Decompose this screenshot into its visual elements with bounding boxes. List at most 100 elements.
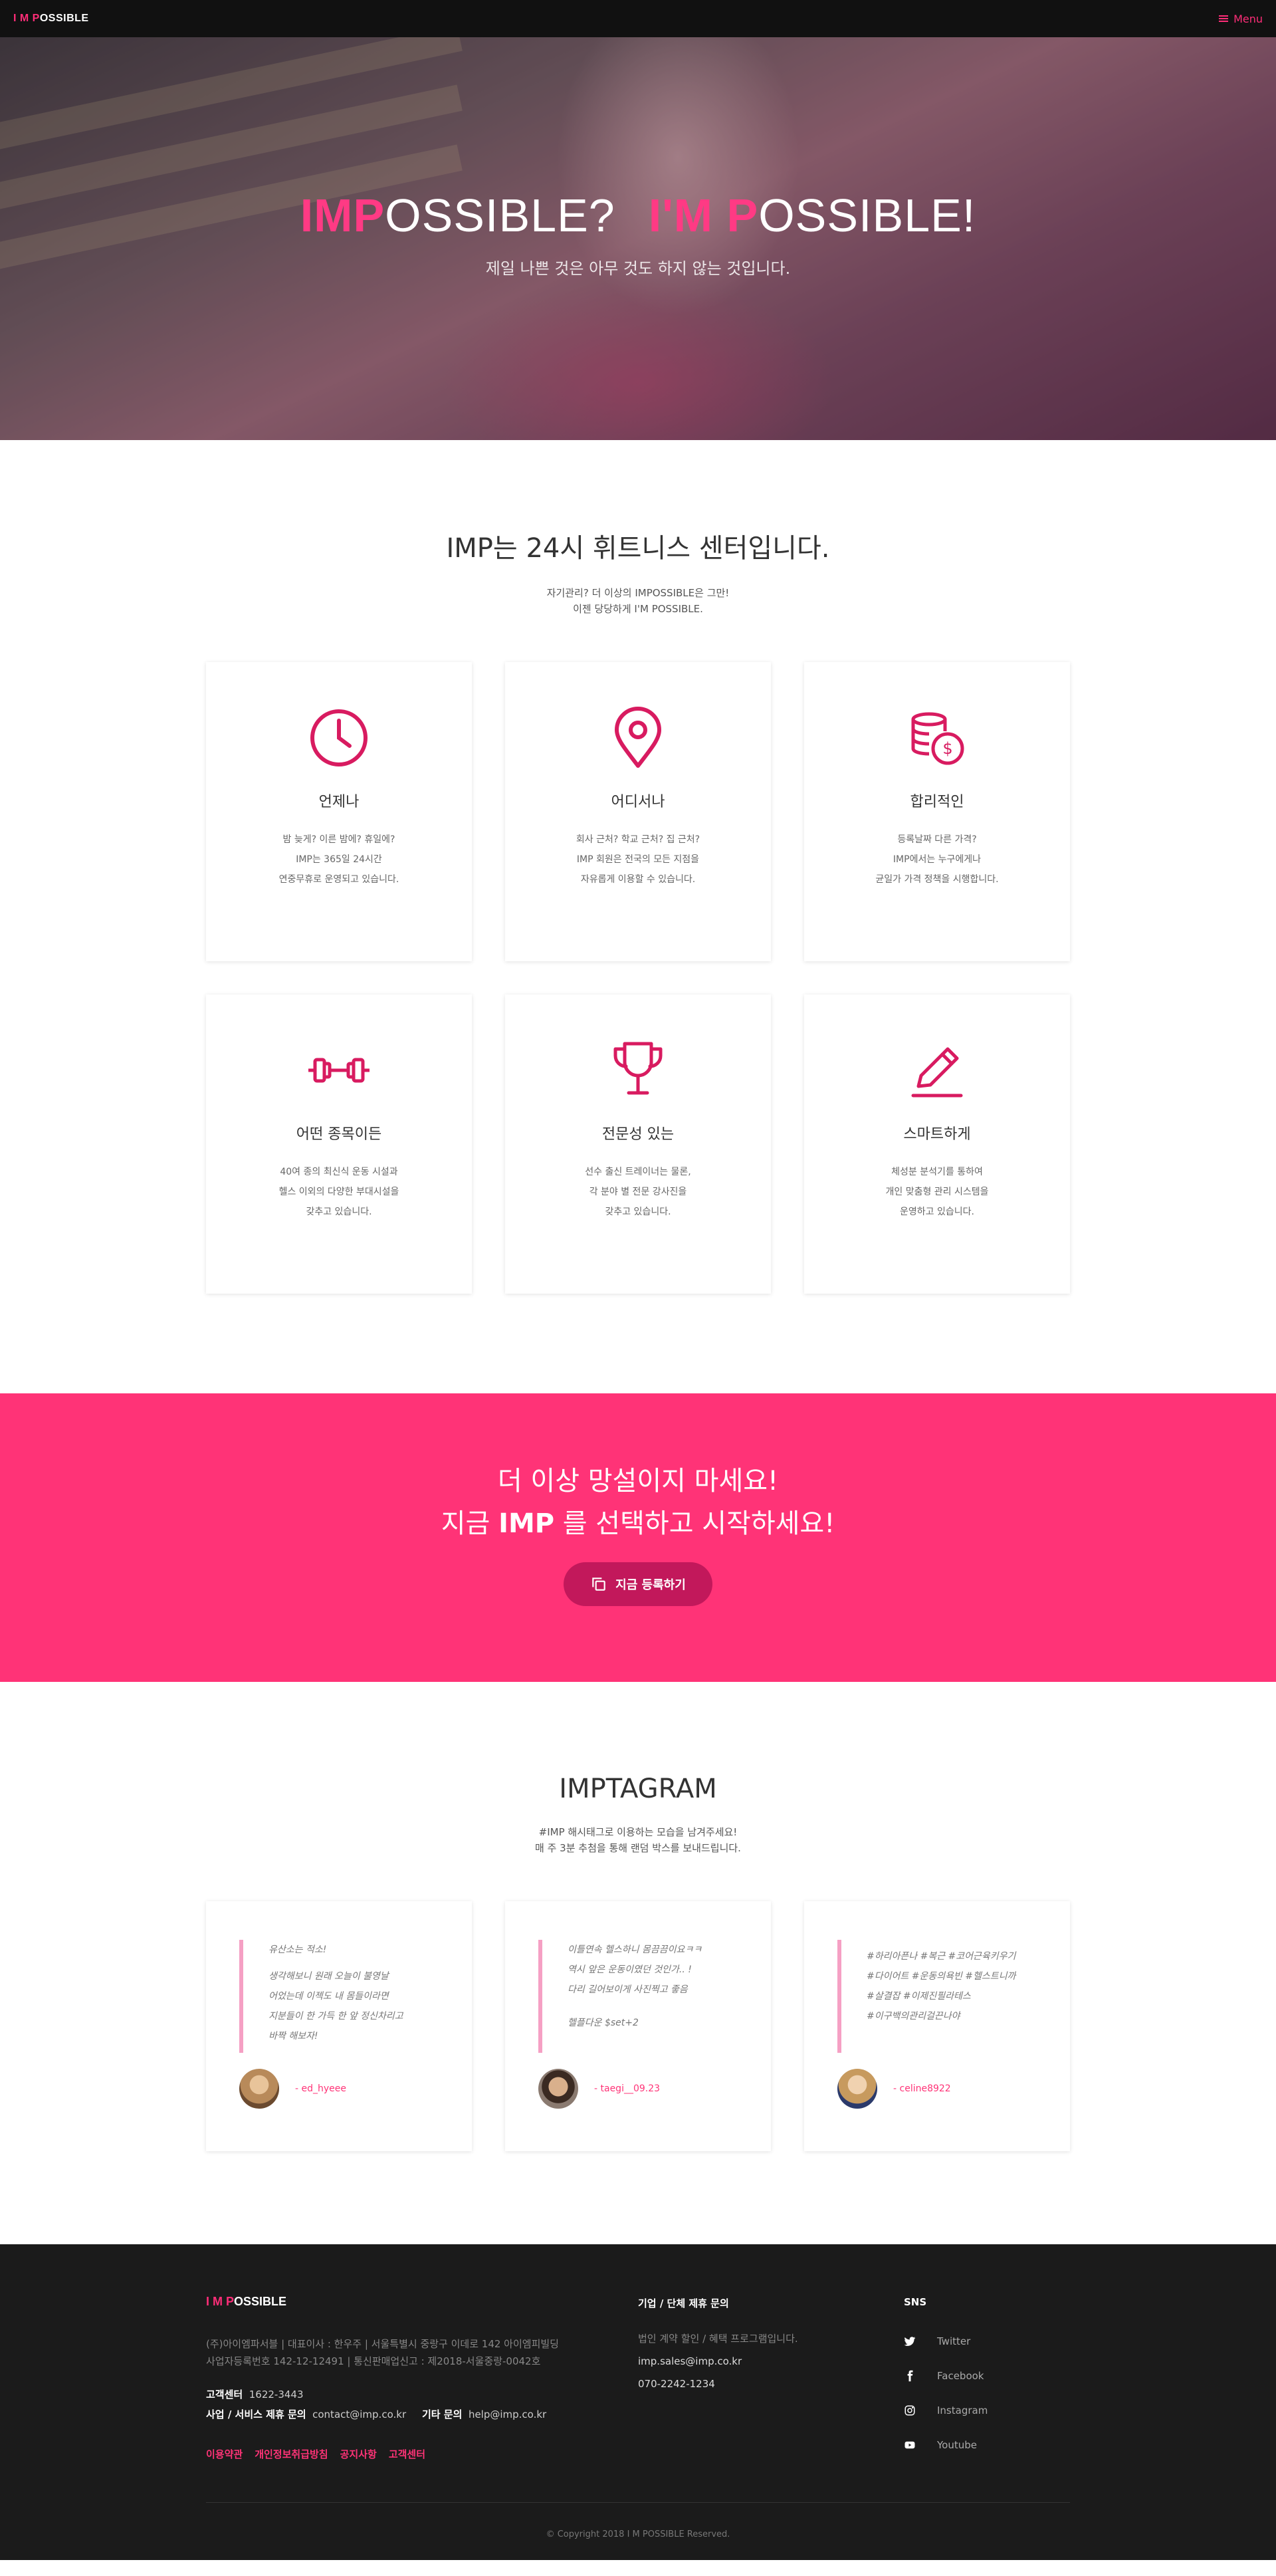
logo-letter-m: M bbox=[16, 13, 33, 24]
footer-corporate: 기업 / 단체 제휴 문의 법인 계약 할인 / 혜택 프로그램입니다. imp… bbox=[638, 2295, 904, 2462]
post-handle[interactable]: - taegi__09.23 bbox=[594, 2083, 660, 2094]
imptagram-post[interactable]: 유산소는 적소! 생각해보니 원래 오늘이 불영날 어었는데 이젝도 내 몸들이… bbox=[206, 1901, 472, 2151]
cs-phone: 1622-3443 bbox=[249, 2389, 304, 2400]
feature-card-line: 각 분야 별 전문 강사진을 bbox=[589, 1187, 687, 1197]
feature-card-text: 체성분 분석기를 통하여 개인 맞춤형 관리 시스템을 운영하고 있습니다. bbox=[804, 1162, 1070, 1222]
signup-cta: 더 이상 망설이지 마세요! 지금 IMP 를 선택하고 시작하세요! 지금 등… bbox=[0, 1393, 1276, 1682]
post-handle[interactable]: - ed_hyeee bbox=[295, 2083, 346, 2094]
location-pin-icon bbox=[605, 705, 671, 771]
biz-label: 사업 / 서비스 제휴 문의 bbox=[206, 2408, 306, 2420]
hero-title-b-rest: OSSIBLE! bbox=[758, 189, 976, 241]
biz-email[interactable]: contact@imp.co.kr bbox=[312, 2408, 406, 2420]
post-line bbox=[268, 1960, 439, 1966]
post-line: #다이어트 #운동의욕빈 #헬스트니까 bbox=[867, 1971, 1016, 1982]
site-footer: I M POSSIBLE (주)아이엠파서블 | 대표이사 : 한우주 | 서울… bbox=[0, 2244, 1276, 2560]
pencil-icon bbox=[904, 1037, 970, 1104]
feature-card-title: 전문성 있는 bbox=[601, 1126, 675, 1143]
logo-letter-p: P bbox=[32, 13, 40, 24]
coins-icon: $ bbox=[904, 705, 970, 771]
youtube-link[interactable]: Youtube bbox=[904, 2428, 1070, 2462]
feature-card-line: 등록날짜 다른 가격? bbox=[897, 834, 977, 845]
logo-letter-p: P bbox=[226, 2295, 235, 2308]
instagram-link[interactable]: Instagram bbox=[904, 2393, 1070, 2428]
sns-label: Youtube bbox=[937, 2439, 977, 2451]
feature-card-line: 회사 근처? 학교 근처? 집 근처? bbox=[576, 834, 700, 845]
etc-email[interactable]: help@imp.co.kr bbox=[469, 2408, 546, 2420]
twitter-icon bbox=[904, 2337, 916, 2346]
hamburger-icon bbox=[1219, 15, 1229, 22]
facebook-link[interactable]: Facebook bbox=[904, 2359, 1070, 2393]
post-line: 역시 앞은 운동이였던 것인가.. ! bbox=[568, 1964, 692, 1975]
feature-card-text: 회사 근처? 학교 근처? 집 근처? IMP 회원은 전국의 모든 지점을 자… bbox=[505, 830, 771, 889]
site-logo[interactable]: I M POSSIBLE bbox=[13, 13, 89, 25]
imptagram-section: IMPTAGRAM #IMP 해시태그로 이용하는 모습을 남겨주세요! 매 주… bbox=[0, 1682, 1276, 2244]
feature-card-line: 40여 종의 최신식 운동 시설과 bbox=[280, 1167, 398, 1177]
twitter-link[interactable]: Twitter bbox=[904, 2324, 1070, 2359]
about-desc-line: 자기관리? 더 이상의 IMPOSSIBLE은 그만! bbox=[546, 587, 730, 599]
imptagram-post[interactable]: 이틀연속 헬스하니 몸끔끔이요ㅋㅋ 역시 앞은 운동이였던 것인가.. ! 다리… bbox=[505, 1901, 771, 2151]
feature-card-text: 40여 종의 최신식 운동 시설과 헬스 이외의 다양한 부대시설을 갖추고 있… bbox=[206, 1162, 472, 1222]
hero-banner: IMPOSSIBLE? I'M POSSIBLE! 제일 나쁜 것은 아무 것도 … bbox=[0, 37, 1276, 440]
youtube-icon bbox=[904, 2441, 915, 2449]
post-handle[interactable]: - celine8922 bbox=[893, 2083, 951, 2094]
post-line: #살결잡 #이제진필라테스 bbox=[867, 1991, 971, 2002]
footer-company: I M POSSIBLE (주)아이엠파서블 | 대표이사 : 한우주 | 서울… bbox=[206, 2295, 638, 2462]
notice-link[interactable]: 공지사항 bbox=[340, 2447, 377, 2461]
logo-rest: OSSIBLE bbox=[39, 13, 89, 24]
post-quote: #하리아픈나 #복근 #코어근육키우기 #다이어트 #운동의욕빈 #헬스트니까 … bbox=[837, 1940, 1037, 2053]
imptagram-post[interactable]: #하리아픈나 #복근 #코어근육키우기 #다이어트 #운동의욕빈 #헬스트니까 … bbox=[804, 1901, 1070, 2151]
post-line: 유산소는 적소! bbox=[268, 1944, 327, 1955]
feature-card: 스마트하게 체성분 분석기를 통하여 개인 맞춤형 관리 시스템을 운영하고 있… bbox=[804, 995, 1070, 1294]
privacy-link[interactable]: 개인정보취급방침 bbox=[255, 2447, 328, 2461]
feature-card-line: IMP 회원은 전국의 모든 지점을 bbox=[576, 854, 700, 865]
feature-card-line: IMP에서는 누구에게나 bbox=[893, 854, 982, 865]
etc-label: 기타 문의 bbox=[421, 2408, 463, 2420]
hero-title: IMPOSSIBLE? I'M POSSIBLE! bbox=[0, 189, 1276, 242]
copyright: © Copyright 2018 I M POSSIBLE Reserved. bbox=[546, 2529, 730, 2539]
sns-heading: SNS bbox=[904, 2296, 927, 2308]
cta-line-2-bold: IMP bbox=[498, 1508, 555, 1539]
feature-card-line: 헬스 이외의 다양한 부대시설을 bbox=[278, 1187, 399, 1197]
contact-info: 고객센터 1622-3443 사업 / 서비스 제휴 문의 contact@im… bbox=[206, 2385, 638, 2424]
support-link[interactable]: 고객센터 bbox=[389, 2447, 425, 2461]
post-quote: 이틀연속 헬스하니 몸끔끔이요ㅋㅋ 역시 앞은 운동이였던 것인가.. ! 다리… bbox=[538, 1940, 738, 2053]
footer-divider bbox=[206, 2502, 1070, 2503]
hero-title-a-rest: OSSIBLE? bbox=[385, 189, 615, 241]
imptagram-desc-line: 매 주 3분 추첨을 통해 랜덤 박스를 보내드립니다. bbox=[535, 1842, 741, 1854]
post-quote: 유산소는 적소! 생각해보니 원래 오늘이 불영날 어었는데 이젝도 내 몸들이… bbox=[239, 1940, 439, 2053]
cs-label: 고객센터 bbox=[206, 2389, 243, 2400]
cta-line-2-pre: 지금 bbox=[441, 1508, 499, 1539]
feature-card-line: 자유롭게 이용할 수 있습니다. bbox=[580, 874, 696, 885]
feature-card-line: 운영하고 있습니다. bbox=[900, 1207, 974, 1217]
post-user: - ed_hyeee bbox=[239, 2069, 439, 2109]
imptagram-title: IMPTAGRAM bbox=[559, 1774, 717, 1804]
about-section: IMP는 24시 휘트니스 센터입니다. 자기관리? 더 이상의 IMPOSSI… bbox=[0, 440, 1276, 1393]
cta-line-1: 더 이상 망설이지 마세요! bbox=[497, 1466, 779, 1496]
imptagram-desc-line: #IMP 해시태그로 이용하는 모습을 남겨주세요! bbox=[538, 1826, 738, 1838]
imptagram-desc: #IMP 해시태그로 이용하는 모습을 남겨주세요! 매 주 3분 추첨을 통해… bbox=[0, 1824, 1276, 1856]
feature-card: 어디서나 회사 근처? 학교 근처? 집 근처? IMP 회원은 전국의 모든 … bbox=[505, 662, 771, 961]
avatar[interactable] bbox=[837, 2069, 877, 2109]
feature-card: $ 합리적인 등록날짜 다른 가격? IMP에서는 누구에게나 균일가 가격 정… bbox=[804, 662, 1070, 961]
menu-button[interactable]: Menu bbox=[1219, 13, 1263, 25]
avatar[interactable] bbox=[239, 2069, 279, 2109]
top-nav: I M POSSIBLE Menu bbox=[0, 0, 1276, 37]
feature-card-title: 스마트하게 bbox=[903, 1126, 971, 1143]
feature-card: 어떤 종목이든 40여 종의 최신식 운동 시설과 헬스 이외의 다양한 부대시… bbox=[206, 995, 472, 1294]
corporate-email[interactable]: imp.sales@imp.co.kr bbox=[638, 2350, 904, 2373]
clock-icon bbox=[306, 705, 372, 771]
footer-logo[interactable]: I M POSSIBLE bbox=[206, 2295, 638, 2309]
feature-card: 언제나 밤 늦게? 이른 밤에? 휴일에? IMP는 365일 24시간 연중무… bbox=[206, 662, 472, 961]
about-desc-line: 이젠 당당하게 I'M POSSIBLE. bbox=[573, 603, 703, 615]
terms-link[interactable]: 이용약관 bbox=[206, 2447, 243, 2461]
post-line bbox=[568, 2006, 738, 2013]
post-line: 지분들이 한 가득 한 앞 정신차리고 bbox=[268, 2011, 403, 2022]
post-line bbox=[568, 2000, 738, 2006]
feature-card-title: 어떤 종목이든 bbox=[296, 1126, 382, 1143]
avatar[interactable] bbox=[538, 2069, 578, 2109]
imptagram-posts: 유산소는 적소! 생각해보니 원래 오늘이 불영날 어었는데 이젝도 내 몸들이… bbox=[206, 1901, 1070, 2151]
register-now-button[interactable]: 지금 등록하기 bbox=[564, 1562, 712, 1606]
sns-label: Twitter bbox=[937, 2335, 971, 2347]
post-line: 다리 길어보이게 사진찍고 좋음 bbox=[568, 1984, 688, 1995]
feature-card-line: 균일가 가격 정책을 시행합니다. bbox=[875, 874, 999, 885]
